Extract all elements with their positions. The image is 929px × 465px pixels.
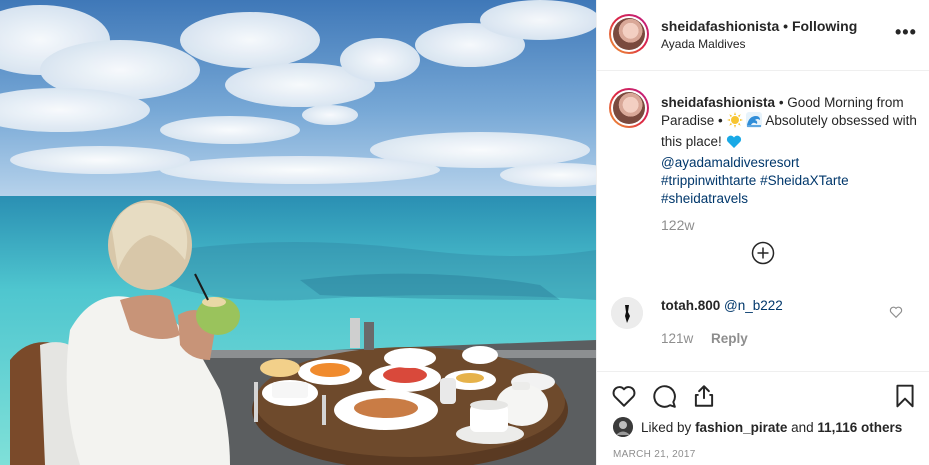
following-button[interactable]: Following [792, 18, 857, 34]
header-user-line: sheidafashionista • Following [661, 18, 857, 34]
likes-count[interactable]: 11,116 others [817, 420, 902, 435]
post-photo[interactable] [0, 0, 596, 465]
caption-text: sheidafashionista • Good Morning from Pa… [661, 94, 921, 208]
likes-text: Liked by fashion_pirate and 11,116 other… [641, 420, 902, 435]
liker-username[interactable]: fashion_pirate [695, 420, 787, 435]
mention-link[interactable]: @ayadamaldivesresort [661, 155, 799, 170]
comment-timestamp: 121w [661, 331, 694, 346]
caption-avatar[interactable] [609, 88, 649, 128]
maldives-breakfast-photo [0, 0, 596, 465]
commenter-username[interactable]: totah.800 [661, 298, 720, 313]
share-icon[interactable] [691, 383, 717, 409]
hashtag-link[interactable]: #SheidaXTarte [760, 173, 849, 188]
caption-timestamp: 122w [661, 217, 695, 233]
author-avatar[interactable] [609, 14, 649, 54]
like-icon[interactable] [611, 383, 637, 409]
post-detail-panel: sheidafashionista • Following Ayada Mald… [596, 0, 929, 465]
likes-prefix: Liked by [641, 420, 692, 435]
post-actions: Liked by fashion_pirate and 11,116 other… [597, 371, 929, 465]
save-bookmark-icon[interactable] [892, 383, 918, 409]
comment-like-icon[interactable] [889, 305, 903, 319]
post-header: sheidafashionista • Following Ayada Mald… [597, 0, 929, 71]
wave-icon [746, 112, 763, 133]
caption-username[interactable]: sheidafashionista [661, 95, 775, 110]
comment-icon[interactable] [651, 383, 677, 409]
separator-dot: • [783, 18, 789, 34]
post-date: MARCH 21, 2017 [613, 449, 696, 460]
hashtag-link[interactable]: #sheidatravels [661, 191, 748, 206]
blue-heart-icon [726, 135, 742, 154]
sun-icon [726, 112, 743, 133]
author-username[interactable]: sheidafashionista [661, 18, 779, 34]
post-location[interactable]: Ayada Maldives [661, 37, 746, 51]
comment-mention[interactable]: @n_b222 [724, 298, 783, 313]
more-options-icon[interactable]: ••• [895, 22, 917, 43]
liker-avatar[interactable] [613, 417, 633, 437]
comment-text: totah.800 @n_b222 [661, 298, 783, 313]
hashtag-link[interactable]: #trippinwithtarte [661, 173, 756, 188]
likes-and: and [791, 420, 814, 435]
reply-button[interactable]: Reply [711, 331, 748, 346]
comment-meta: 121w Reply [661, 331, 748, 346]
load-more-comments-icon[interactable] [751, 241, 775, 265]
commenter-avatar[interactable] [611, 297, 643, 329]
